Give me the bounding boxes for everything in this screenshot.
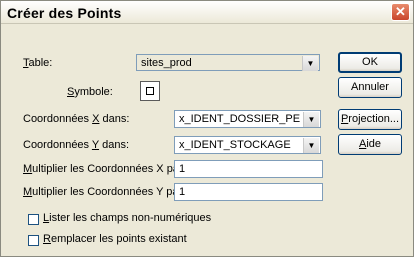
coord-y-select[interactable]: x_IDENT_STOCKAGE ▼ <box>174 136 321 154</box>
mult-y-label: Multiplier les Coordonnées Y par: <box>23 186 186 198</box>
coord-x-label: Coordonnées X dans: <box>23 113 130 125</box>
chevron-down-icon[interactable]: ▼ <box>303 138 319 153</box>
dialog-title: Créer des Points <box>7 5 122 21</box>
mult-y-input[interactable]: 1 <box>174 183 323 201</box>
remplacer-checkbox[interactable] <box>28 235 39 246</box>
aide-button[interactable]: Aide <box>338 134 402 155</box>
symbole-button[interactable] <box>140 81 160 101</box>
mult-x-label: Multiplier les Coordonnées X par: <box>23 163 186 175</box>
annuler-button[interactable]: Annuler <box>338 77 402 98</box>
symbole-label: Symbole: <box>67 86 113 98</box>
coord-y-select-value: x_IDENT_STOCKAGE <box>179 139 291 151</box>
close-icon: ✕ <box>395 4 406 19</box>
create-points-dialog: Créer des Points ✕ Table: sites_prod ▼ S… <box>0 0 414 257</box>
ok-button[interactable]: OK <box>338 52 402 73</box>
table-select[interactable]: sites_prod ▼ <box>136 54 320 71</box>
mult-x-input[interactable]: 1 <box>174 160 323 178</box>
table-label: Table: <box>23 57 53 69</box>
close-button[interactable]: ✕ <box>391 3 410 21</box>
projection-button[interactable]: Projection... <box>338 109 402 130</box>
chevron-down-icon[interactable]: ▼ <box>302 56 318 71</box>
lister-checkbox-label[interactable]: Lister les champs non-numériques <box>43 212 211 224</box>
remplacer-checkbox-label[interactable]: Remplacer les points existant <box>43 233 187 245</box>
lister-checkbox[interactable] <box>28 214 39 225</box>
table-select-value: sites_prod <box>141 57 192 69</box>
title-bar: Créer des Points ✕ <box>1 1 413 24</box>
coord-x-select[interactable]: x_IDENT_DOSSIER_PE ▼ <box>174 110 321 128</box>
square-symbol-icon <box>146 87 154 95</box>
coord-x-select-value: x_IDENT_DOSSIER_PE <box>179 113 301 125</box>
chevron-down-icon[interactable]: ▼ <box>303 112 319 127</box>
coord-y-label: Coordonnées Y dans: <box>23 139 130 151</box>
